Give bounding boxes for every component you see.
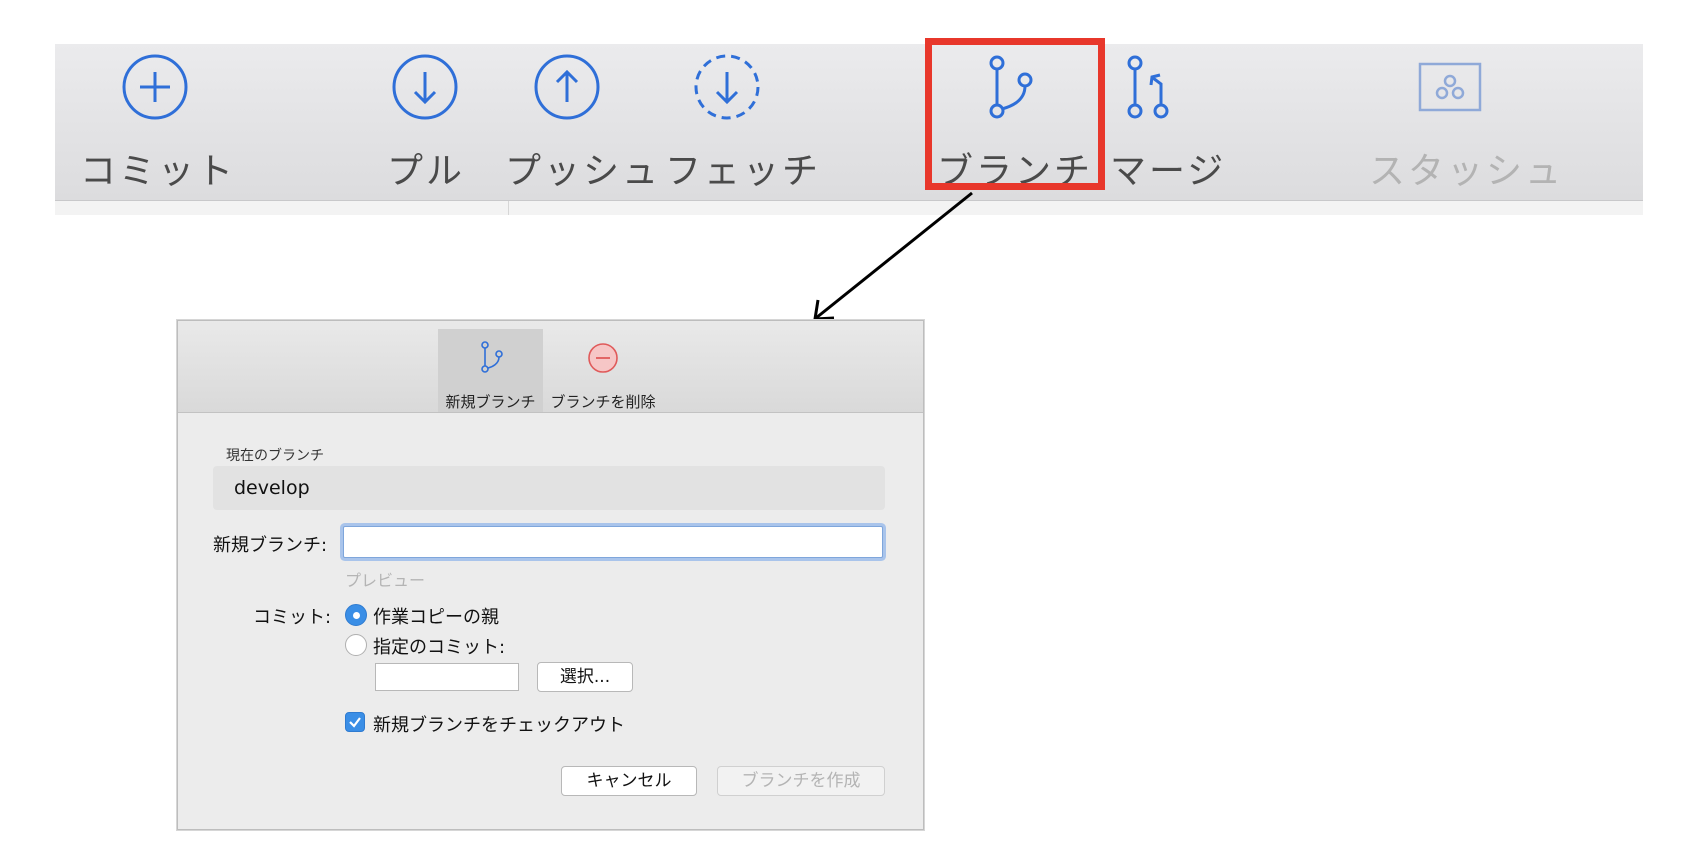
cancel-button[interactable]: キャンセル: [561, 766, 697, 796]
tab-new-branch[interactable]: 新規ブランチ: [438, 329, 543, 412]
tab-new-branch-label: 新規ブランチ: [445, 393, 536, 411]
new-branch-input[interactable]: [343, 526, 883, 558]
branch-icon: [481, 341, 503, 373]
specified-commit-input[interactable]: [375, 663, 519, 691]
checkout-checkbox[interactable]: [345, 712, 365, 732]
current-branch-field: develop: [213, 466, 885, 510]
radio-working-copy-parent[interactable]: [345, 604, 367, 626]
radio-working-copy-parent-label: 作業コピーの親: [373, 607, 499, 628]
current-branch-value: develop: [234, 477, 310, 499]
new-branch-label: 新規ブランチ:: [213, 535, 328, 556]
tab-delete-branch-label: ブランチを削除: [550, 393, 656, 411]
checkmark-icon: [349, 717, 361, 728]
checkout-checkbox-label: 新規ブランチをチェックアウト: [373, 715, 625, 736]
new-branch-dialog: 新規ブランチ ブランチを削除 現在のブランチ develop 新規ブランチ: プ…: [177, 320, 924, 830]
commit-label: コミット:: [253, 607, 332, 628]
radio-specified-commit-label: 指定のコミット:: [373, 637, 506, 658]
create-branch-button[interactable]: ブランチを作成: [717, 766, 885, 796]
radio-specified-commit[interactable]: [345, 634, 367, 656]
dialog-tab-bar: 新規ブランチ ブランチを削除: [178, 321, 923, 413]
screenshot-page: コミット プル プッシュ フェッチ ブランチ マージ スタッシュ 新規ブランチ …: [0, 0, 1698, 856]
minus-circle-icon: [588, 343, 618, 373]
preview-text: プレビュー: [345, 571, 426, 590]
current-branch-caption: 現在のブランチ: [226, 448, 324, 464]
tab-delete-branch[interactable]: ブランチを削除: [543, 329, 663, 412]
select-commit-button[interactable]: 選択...: [537, 662, 633, 692]
